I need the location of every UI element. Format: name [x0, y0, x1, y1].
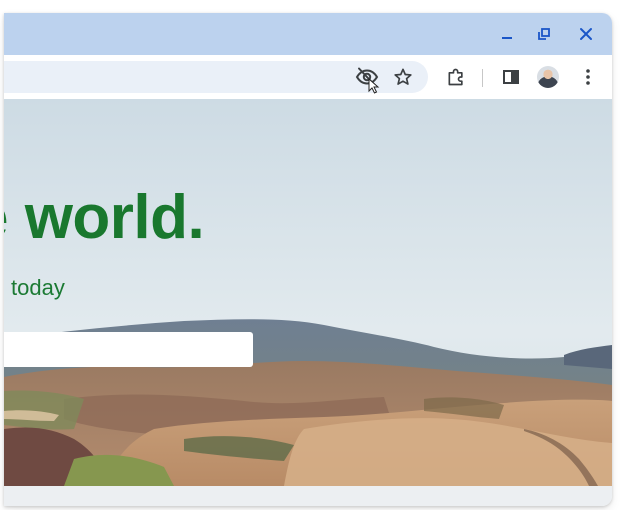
bookmark-button[interactable] [388, 62, 418, 92]
web-page: e world. today [4, 99, 612, 486]
menu-button[interactable] [573, 62, 603, 92]
search-input[interactable] [4, 332, 253, 367]
hero-subtext: today [11, 275, 65, 300]
side-panel-button[interactable] [496, 62, 526, 92]
side-panel-icon [503, 70, 519, 84]
extensions-puzzle-icon [448, 68, 463, 86]
window-bottom-edge [4, 486, 612, 506]
hero-headline: e world. [4, 183, 205, 252]
address-bar[interactable] [4, 61, 428, 94]
cursor-icon [368, 78, 380, 94]
hills-background-image [4, 99, 612, 486]
avatar[interactable] [537, 66, 559, 88]
browser-window: e world. today [4, 13, 612, 506]
restore-button[interactable] [528, 19, 560, 49]
star-icon [394, 68, 412, 85]
kebab-menu-icon [586, 69, 590, 85]
close-icon [580, 28, 592, 40]
minimize-icon [502, 37, 512, 39]
extensions-button[interactable] [441, 62, 471, 92]
toolbar-divider [482, 69, 483, 87]
close-button[interactable] [570, 19, 602, 49]
restore-icon [538, 28, 550, 40]
browser-toolbar [4, 55, 612, 99]
minimize-button[interactable] [491, 19, 523, 49]
title-bar [4, 13, 612, 55]
